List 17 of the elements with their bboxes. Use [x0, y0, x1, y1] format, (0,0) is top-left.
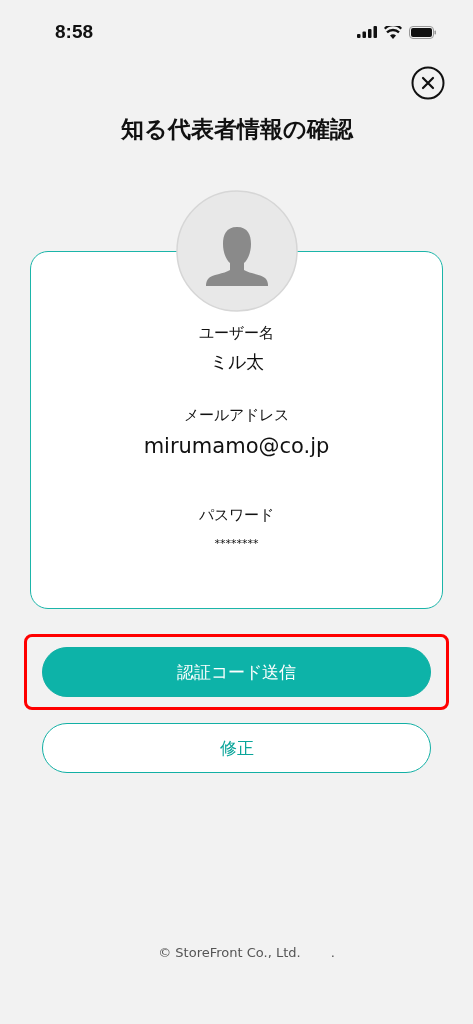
close-icon[interactable]	[411, 66, 445, 100]
signal-icon	[357, 26, 377, 38]
field-value: ********	[214, 536, 259, 552]
field-label: メールアドレス	[184, 405, 289, 426]
field-label: ユーザー名	[199, 323, 274, 344]
status-time: 8:58	[55, 21, 94, 43]
action-button[interactable]: 修正	[42, 723, 431, 773]
footer-mark: .	[330, 945, 335, 960]
field-value: ミル太	[209, 350, 264, 374]
page-title: 知る代表者情報の確認	[119, 115, 355, 144]
field-value: mirumamo@co.jp	[143, 433, 330, 460]
avatar-icon	[175, 190, 298, 312]
action-button[interactable]: 認証コード送信	[42, 647, 431, 697]
field-label: パスワード	[199, 505, 274, 526]
wifi-icon	[384, 25, 402, 39]
battery-icon	[409, 25, 437, 39]
copyright-text: © StoreFront Co., Ltd.	[158, 945, 301, 960]
